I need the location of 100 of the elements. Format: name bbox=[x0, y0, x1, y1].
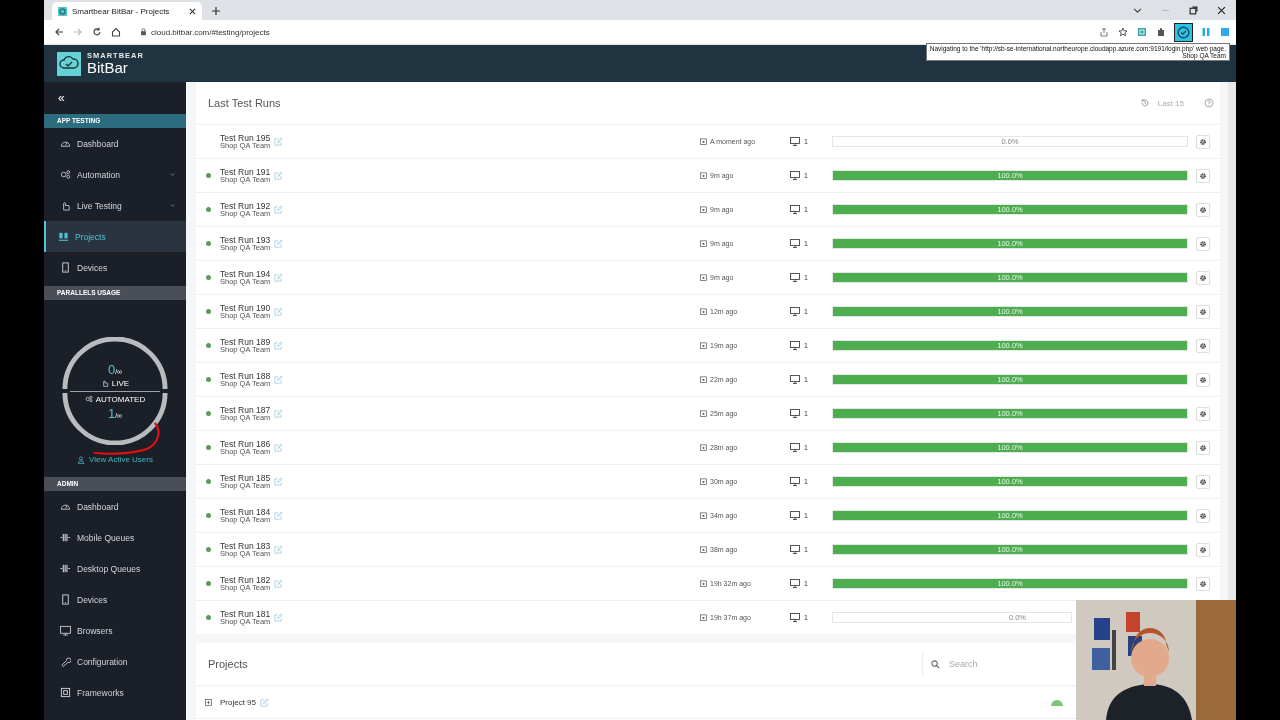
nav-item[interactable]: Dashboard bbox=[44, 491, 186, 522]
back-icon[interactable] bbox=[54, 27, 64, 37]
automated-label: AUTOMATED bbox=[95, 394, 146, 404]
run-name[interactable]: Test Run 186 bbox=[220, 439, 271, 448]
nav-item[interactable]: Devices bbox=[44, 252, 186, 283]
collapse-button[interactable]: « bbox=[44, 91, 65, 105]
nav-item[interactable]: Projects bbox=[44, 221, 186, 252]
gear-icon bbox=[1199, 137, 1207, 146]
nav-item[interactable]: Devices bbox=[44, 584, 186, 615]
monitor-icon bbox=[790, 137, 800, 146]
badge-icon[interactable] bbox=[1175, 23, 1192, 41]
pause-icon[interactable] bbox=[1201, 27, 1211, 37]
gears-icon bbox=[84, 395, 93, 403]
gear-icon bbox=[1199, 171, 1207, 180]
nav-item[interactable]: Automation bbox=[44, 159, 186, 190]
settings-button[interactable] bbox=[1196, 406, 1210, 421]
calendar-icon bbox=[700, 512, 707, 519]
bars-icon bbox=[60, 532, 71, 543]
gear-icon bbox=[1199, 511, 1207, 520]
automated-count: 1 bbox=[107, 405, 116, 421]
hand-icon bbox=[60, 200, 71, 211]
gear-icon bbox=[1199, 375, 1207, 384]
chevron-down-icon[interactable] bbox=[1133, 6, 1142, 15]
settings-button[interactable] bbox=[1196, 576, 1210, 591]
run-name[interactable]: Test Run 193 bbox=[220, 235, 271, 244]
frame-icon bbox=[60, 687, 71, 698]
expand-icon[interactable] bbox=[205, 698, 212, 706]
project-name[interactable]: Project 95 bbox=[220, 697, 257, 707]
star-icon[interactable] bbox=[1118, 27, 1128, 37]
gear-icon bbox=[1199, 579, 1207, 588]
restore-icon[interactable] bbox=[1189, 6, 1198, 15]
monitor-icon bbox=[790, 307, 800, 316]
nav-item[interactable]: Dashboard bbox=[44, 128, 186, 159]
settings-button[interactable] bbox=[1196, 372, 1210, 387]
calendar-icon bbox=[700, 580, 707, 587]
run-name[interactable]: Test Run 190 bbox=[220, 303, 271, 312]
calendar-icon bbox=[700, 308, 707, 315]
monitor-icon bbox=[790, 545, 800, 554]
extension-icon[interactable] bbox=[1137, 27, 1147, 37]
run-name[interactable]: Test Run 181 bbox=[220, 609, 271, 618]
run-name[interactable]: Test Run 187 bbox=[220, 405, 271, 414]
settings-button[interactable] bbox=[1196, 440, 1210, 455]
settings-button[interactable] bbox=[1196, 542, 1210, 557]
calendar-icon bbox=[700, 410, 707, 417]
run-name[interactable]: Test Run 182 bbox=[220, 575, 271, 584]
run-name[interactable]: Test Run 184 bbox=[220, 507, 271, 516]
gear-icon bbox=[1199, 545, 1207, 554]
nav-item[interactable]: Browsers bbox=[44, 615, 186, 646]
gear-icon bbox=[1199, 239, 1207, 248]
gauge-icon bbox=[60, 138, 71, 149]
browser-tab[interactable]: Smartbear BitBar - Projects bbox=[52, 2, 202, 20]
wrench-icon bbox=[60, 656, 71, 667]
nav-item[interactable]: Mobile Queues bbox=[44, 522, 186, 553]
settings-button[interactable] bbox=[1196, 304, 1210, 319]
stop-icon[interactable] bbox=[1220, 27, 1230, 37]
share-icon[interactable] bbox=[1099, 27, 1109, 37]
settings-button[interactable] bbox=[1196, 202, 1210, 217]
calendar-icon bbox=[700, 138, 707, 145]
run-name[interactable]: Test Run 188 bbox=[220, 371, 271, 380]
home-icon[interactable] bbox=[111, 27, 121, 37]
nav-item[interactable]: Desktop Queues bbox=[44, 553, 186, 584]
close-icon[interactable] bbox=[1217, 6, 1226, 15]
gear-icon bbox=[1199, 477, 1207, 486]
nav-item[interactable]: Configuration bbox=[44, 646, 186, 677]
calendar-icon bbox=[700, 546, 707, 553]
run-name[interactable]: Test Run 183 bbox=[220, 541, 271, 550]
gauge-icon bbox=[60, 501, 71, 512]
settings-button[interactable] bbox=[1196, 270, 1210, 285]
reload-icon[interactable] bbox=[92, 27, 102, 37]
monitor-icon bbox=[790, 579, 800, 588]
run-name[interactable]: Test Run 191 bbox=[220, 167, 271, 176]
monitor-icon bbox=[790, 341, 800, 350]
settings-button[interactable] bbox=[1196, 168, 1210, 183]
monitor-icon bbox=[790, 409, 800, 418]
run-name[interactable]: Test Run 195 bbox=[220, 133, 271, 142]
calendar-icon bbox=[700, 206, 707, 213]
calendar-icon bbox=[700, 376, 707, 383]
address-field[interactable]: cloud.bitbar.com/#testing/projects bbox=[151, 27, 270, 37]
run-name[interactable]: Test Run 189 bbox=[220, 337, 271, 346]
settings-button[interactable] bbox=[1196, 338, 1210, 353]
run-name[interactable]: Test Run 194 bbox=[220, 269, 271, 278]
plus-icon[interactable] bbox=[212, 7, 220, 15]
nav-item[interactable]: Frameworks bbox=[44, 677, 186, 708]
settings-button[interactable] bbox=[1196, 474, 1210, 489]
run-name[interactable]: Test Run 192 bbox=[220, 201, 271, 210]
section-title: Projects bbox=[208, 658, 248, 670]
monitor-icon bbox=[790, 239, 800, 248]
settings-button[interactable] bbox=[1196, 508, 1210, 523]
settings-button[interactable] bbox=[1196, 134, 1210, 149]
search-field[interactable]: Search bbox=[947, 658, 1061, 670]
settings-button[interactable] bbox=[1196, 236, 1210, 251]
android-icon bbox=[1050, 698, 1064, 706]
bars-icon bbox=[60, 563, 71, 574]
nav-item[interactable]: Live Testing bbox=[44, 190, 186, 221]
cloud-logo-icon bbox=[57, 51, 81, 76]
view-active-users-link[interactable]: View Active Users bbox=[77, 455, 153, 464]
run-name[interactable]: Test Run 185 bbox=[220, 473, 271, 482]
product-name: BitBar bbox=[87, 59, 129, 75]
close-icon[interactable] bbox=[189, 7, 196, 15]
search-icon bbox=[931, 659, 940, 669]
